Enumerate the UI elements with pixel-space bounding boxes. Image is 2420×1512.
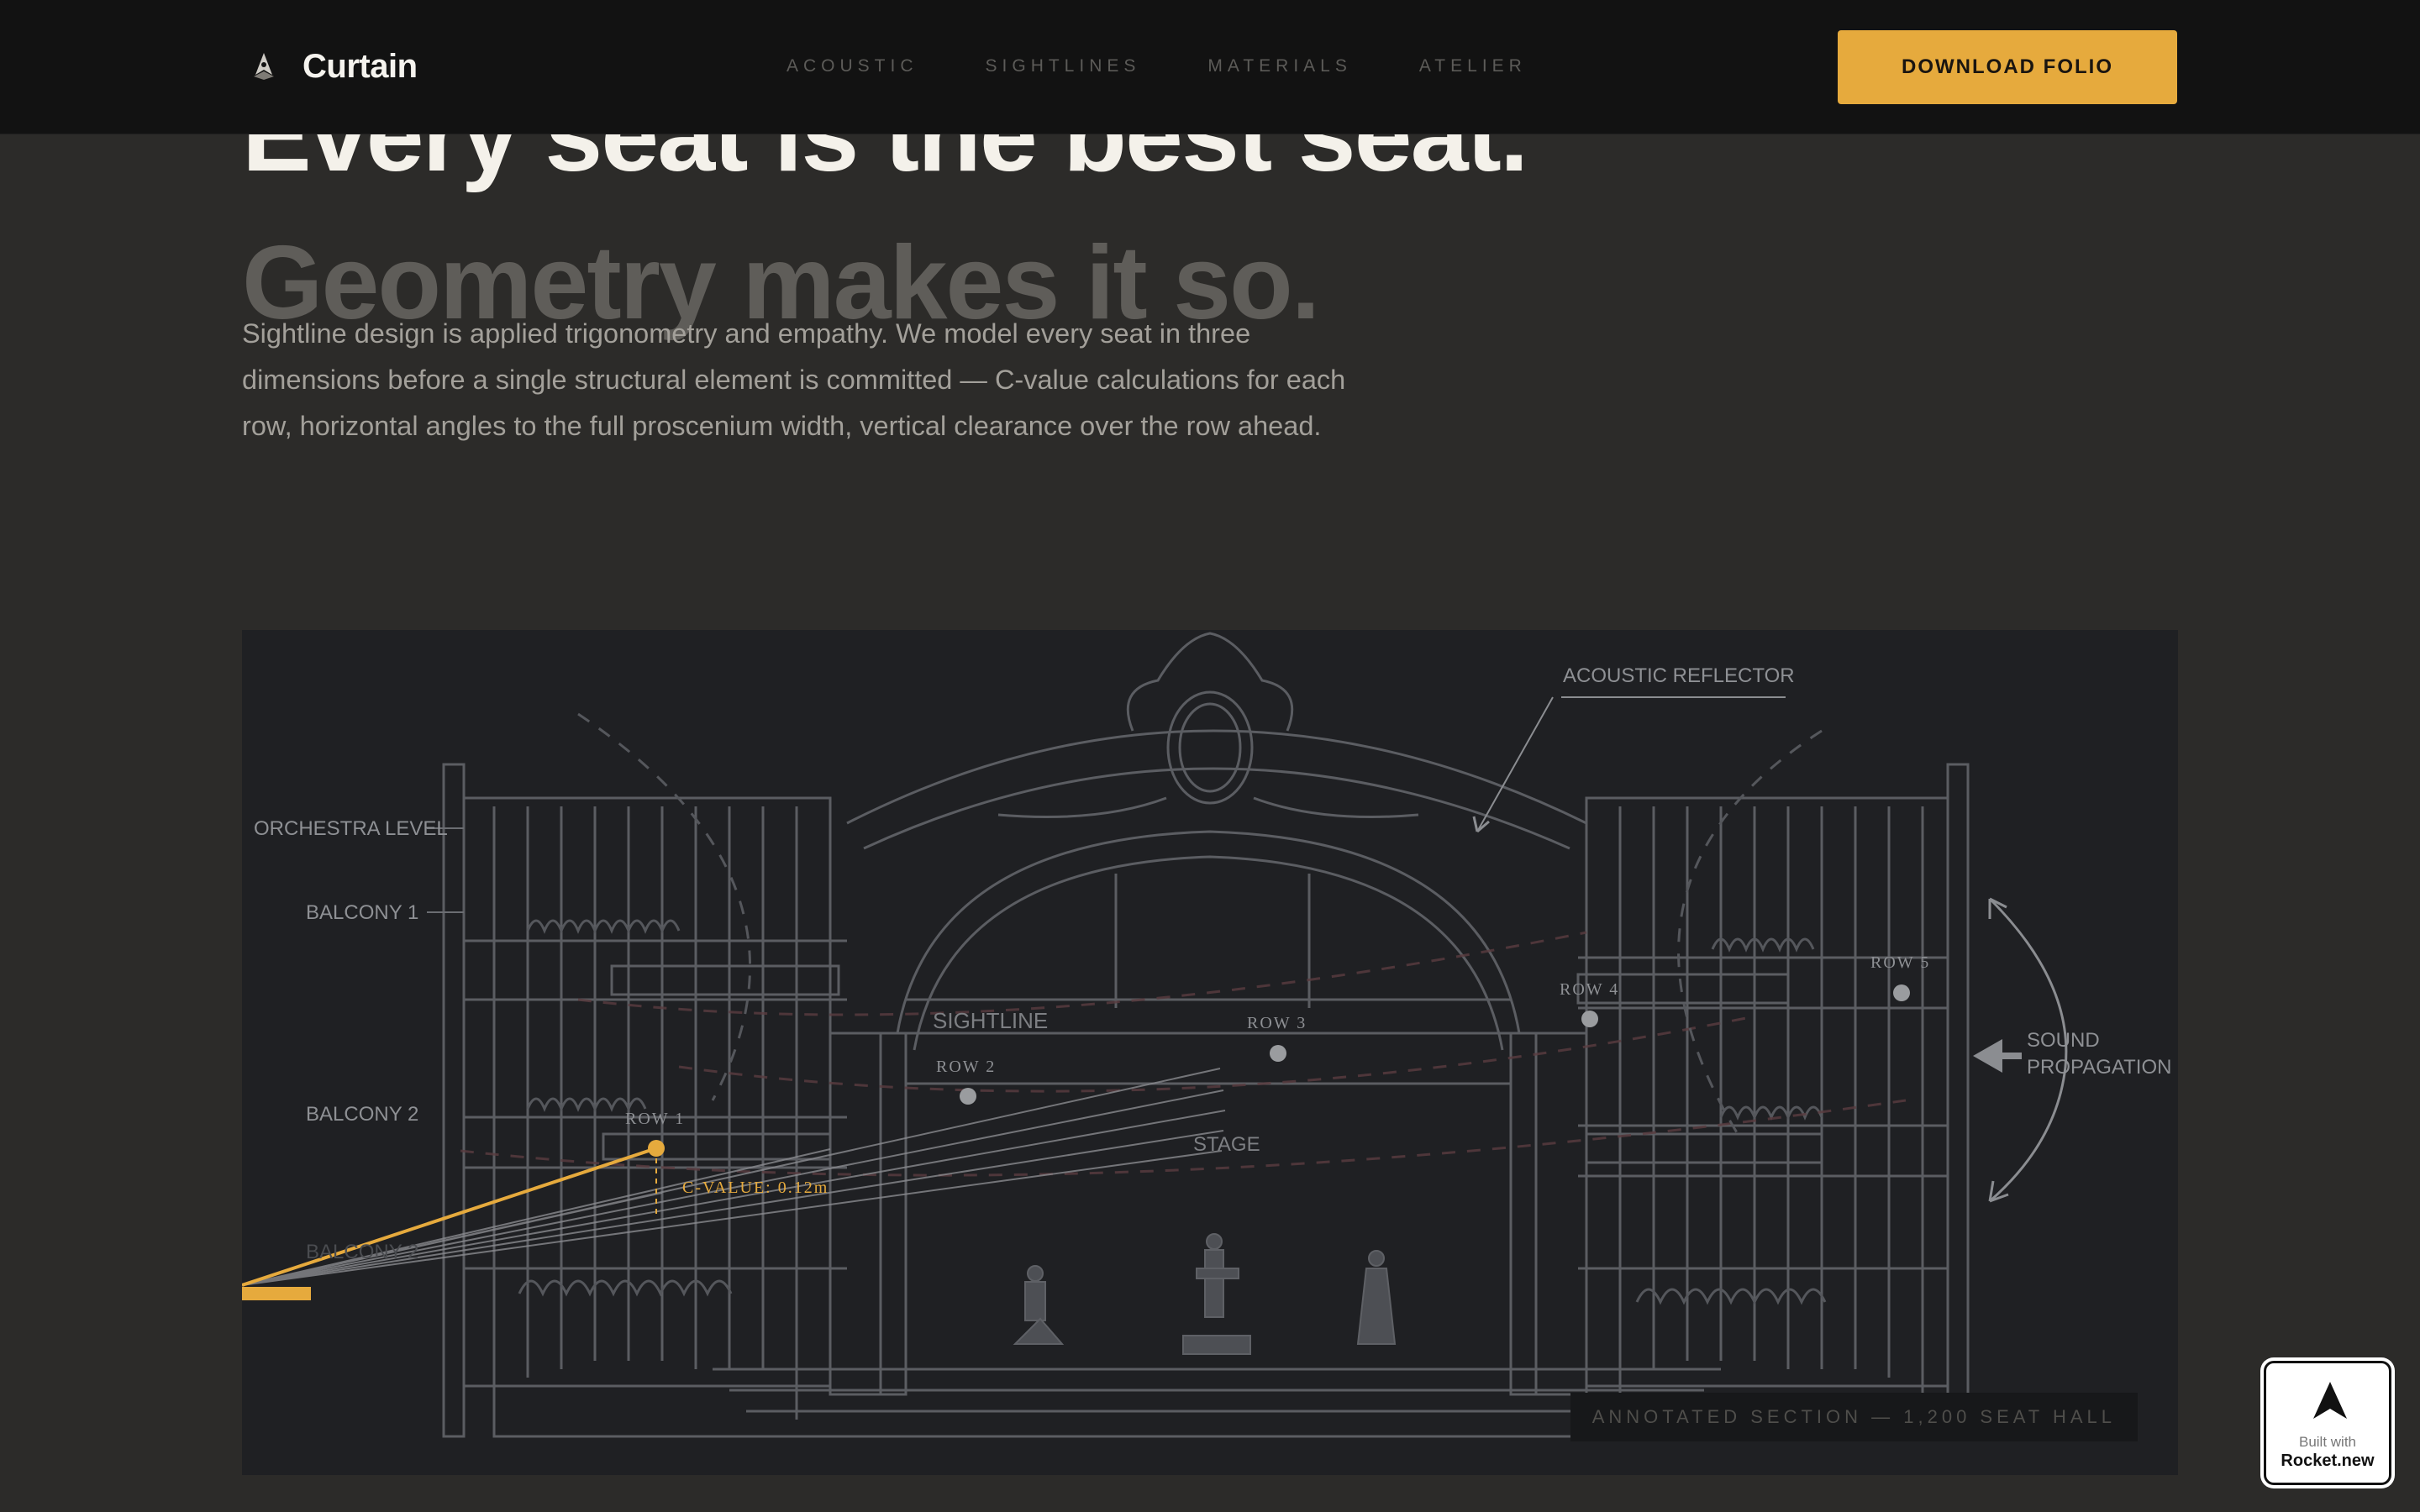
label-row-1: ROW 1	[625, 1110, 685, 1128]
nav-link-materials[interactable]: MATERIALS	[1207, 52, 1351, 81]
label-sound: SOUND	[2027, 1029, 2100, 1052]
label-c-value: C-VALUE: 0.12m	[682, 1179, 829, 1197]
figure-caption: ANNOTATED SECTION — 1,200 SEAT HALL	[1570, 1393, 2138, 1441]
nav-link-atelier[interactable]: ATELIER	[1419, 52, 1527, 81]
badge-line-2: Rocket.new	[2281, 1452, 2375, 1470]
label-row-5: ROW 5	[1870, 953, 1930, 972]
label-row-3: ROW 3	[1247, 1014, 1307, 1032]
badge-line-1: Built with	[2298, 1434, 2357, 1450]
nav-link-acoustic[interactable]: ACOUSTIC	[786, 52, 918, 81]
theatre-section-figure: ACOUSTIC REFLECTOR ORCHESTRA LEVEL BALCO…	[242, 630, 2178, 1475]
label-acoustic-reflector: ACOUSTIC REFLECTOR	[1563, 664, 1795, 687]
label-row-2: ROW 2	[936, 1058, 996, 1076]
hero-body: Sightline design is applied trigonometry…	[242, 318, 1346, 441]
label-balcony-2: BALCONY 2	[306, 1103, 418, 1126]
rocket-logo-icon	[2313, 1382, 2347, 1419]
label-row-4: ROW 4	[1560, 980, 1619, 999]
brand-logo-icon	[254, 53, 274, 80]
label-stage: STAGE	[1193, 1133, 1260, 1156]
theatre-section-drawing: ACOUSTIC REFLECTOR ORCHESTRA LEVEL BALCO…	[242, 632, 2171, 1438]
label-balcony-2-lower: BALCONY 2	[306, 1241, 418, 1263]
brand-name: Curtain	[302, 47, 418, 85]
brand[interactable]: Curtain	[244, 37, 418, 96]
built-with-rocket-badge[interactable]: Built with Rocket.new	[2264, 1361, 2391, 1485]
download-folio-button[interactable]: DOWNLOAD FOLIO	[1838, 30, 2177, 104]
label-sightline: SIGHTLINE	[933, 1008, 1048, 1033]
nav-link-sightlines[interactable]: SIGHTLINES	[986, 52, 1141, 81]
label-propagation: PROPAGATION	[2027, 1056, 2171, 1079]
top-nav: Curtain ACOUSTIC SIGHTLINES MATERIALS AT…	[0, 0, 2420, 134]
nav-links: ACOUSTIC SIGHTLINES MATERIALS ATELIER	[786, 52, 1527, 81]
label-balcony-1: BALCONY 1	[306, 901, 418, 924]
label-orchestra-level: ORCHESTRA LEVEL	[254, 817, 448, 840]
